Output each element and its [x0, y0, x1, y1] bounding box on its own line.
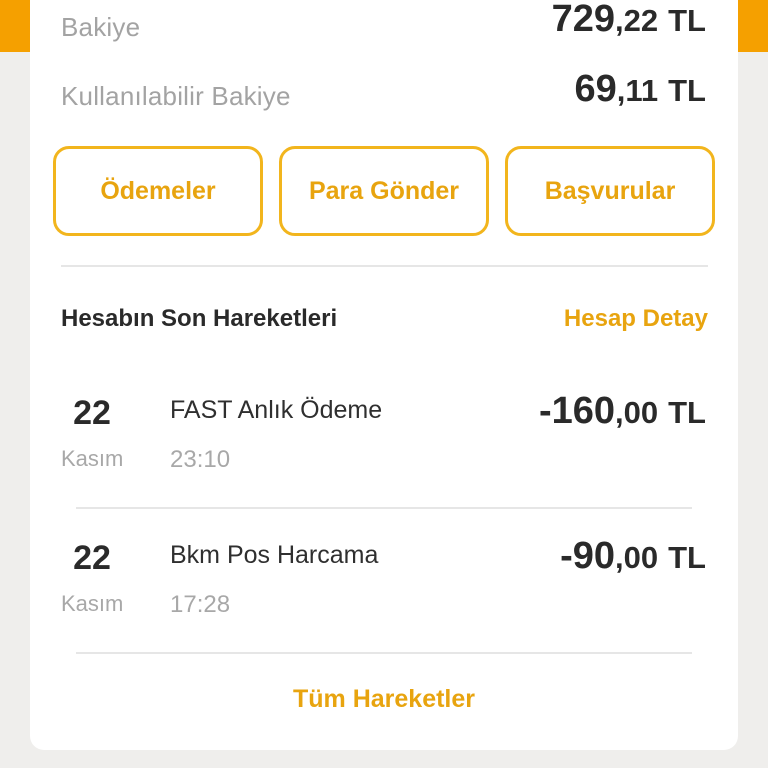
recent-transactions-title: Hesabın Son Hareketleri: [61, 305, 338, 332]
transaction-month: Kasım: [61, 591, 124, 616]
transaction-time: 17:28: [170, 591, 231, 618]
transaction-amount-int: -90: [560, 535, 616, 577]
send-money-button[interactable]: Para Gönder: [279, 146, 489, 236]
transaction-title: Bkm Pos Harcama: [170, 541, 379, 569]
available-currency: TL: [668, 73, 706, 108]
transaction-day: 22: [73, 394, 111, 432]
transaction-amount-dec: ,00: [615, 395, 659, 430]
account-detail-link[interactable]: Hesap Detay: [564, 305, 708, 333]
transaction-day: 22: [73, 539, 111, 577]
transaction-divider: [76, 507, 692, 509]
section-divider: [61, 265, 708, 267]
balance-label: Bakiye: [61, 12, 141, 42]
applications-button[interactable]: Başvurular: [505, 146, 715, 236]
transaction-divider: [76, 652, 692, 654]
transaction-amount: -160,00 TL: [539, 390, 706, 433]
all-transactions-link[interactable]: Tüm Hareketler: [30, 685, 738, 714]
transaction-amount-int: -160: [538, 390, 616, 432]
transaction-row[interactable]: 22 Kasım Bkm Pos Harcama 17:28 -90,00 TL: [30, 525, 738, 645]
transaction-time: 23:10: [170, 446, 231, 473]
transaction-amount-currency: TL: [668, 540, 706, 575]
balance-value: 729,22 TL: [552, 0, 706, 41]
transaction-amount-currency: TL: [668, 395, 706, 430]
transaction-row[interactable]: 22 Kasım FAST Anlık Ödeme 23:10 -160,00 T…: [30, 380, 738, 500]
available-balance-label: Kullanılabilir Bakiye: [61, 81, 291, 111]
available-balance-value: 69,11 TL: [574, 68, 706, 111]
screen: Bakiye 729,22 TL Kullanılabilir Bakiye 69…: [0, 0, 768, 768]
available-int: 69: [574, 68, 617, 110]
account-card: Bakiye 729,22 TL Kullanılabilir Bakiye 69…: [30, 0, 738, 750]
payments-button[interactable]: Ödemeler: [53, 146, 263, 236]
transaction-amount: -90,00 TL: [560, 535, 706, 578]
transaction-title: FAST Anlık Ödeme: [170, 396, 383, 424]
transaction-amount-dec: ,00: [615, 540, 659, 575]
transaction-month: Kasım: [61, 446, 124, 471]
balance-currency: TL: [668, 3, 706, 38]
available-dec: ,11: [616, 73, 659, 108]
balance-dec: ,22: [615, 3, 659, 38]
balance-int: 729: [551, 0, 616, 40]
